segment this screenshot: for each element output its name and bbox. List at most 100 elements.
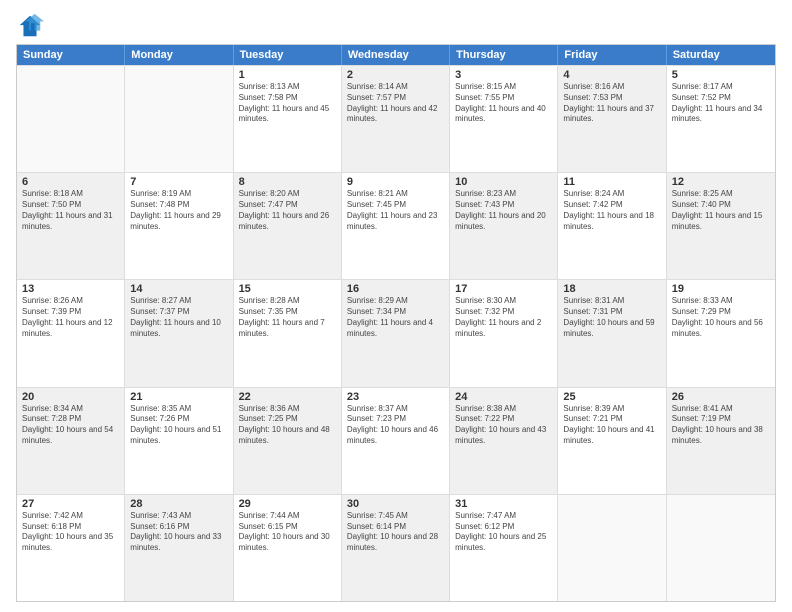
calendar-cell: 23Sunrise: 8:37 AMSunset: 7:23 PMDayligh… [342, 388, 450, 494]
calendar-cell: 11Sunrise: 8:24 AMSunset: 7:42 PMDayligh… [558, 173, 666, 279]
calendar-cell: 22Sunrise: 8:36 AMSunset: 7:25 PMDayligh… [234, 388, 342, 494]
cell-info: Sunrise: 8:29 AMSunset: 7:34 PMDaylight:… [347, 296, 444, 339]
day-number: 18 [563, 283, 660, 295]
day-number: 12 [672, 176, 770, 188]
cell-info: Sunrise: 8:28 AMSunset: 7:35 PMDaylight:… [239, 296, 336, 339]
day-number: 5 [672, 69, 770, 81]
calendar-header-cell: Wednesday [342, 45, 450, 65]
calendar-header-cell: Tuesday [234, 45, 342, 65]
calendar-cell: 31Sunrise: 7:47 AMSunset: 6:12 PMDayligh… [450, 495, 558, 601]
day-number: 21 [130, 391, 227, 403]
day-number: 17 [455, 283, 552, 295]
cell-info: Sunrise: 8:19 AMSunset: 7:48 PMDaylight:… [130, 189, 227, 232]
calendar-cell [125, 66, 233, 172]
calendar-cell: 20Sunrise: 8:34 AMSunset: 7:28 PMDayligh… [17, 388, 125, 494]
calendar-cell: 25Sunrise: 8:39 AMSunset: 7:21 PMDayligh… [558, 388, 666, 494]
calendar-header-cell: Saturday [667, 45, 775, 65]
calendar-cell [667, 495, 775, 601]
calendar-cell: 10Sunrise: 8:23 AMSunset: 7:43 PMDayligh… [450, 173, 558, 279]
day-number: 30 [347, 498, 444, 510]
day-number: 24 [455, 391, 552, 403]
cell-info: Sunrise: 8:16 AMSunset: 7:53 PMDaylight:… [563, 82, 660, 125]
cell-info: Sunrise: 8:27 AMSunset: 7:37 PMDaylight:… [130, 296, 227, 339]
calendar-cell: 15Sunrise: 8:28 AMSunset: 7:35 PMDayligh… [234, 280, 342, 386]
calendar-cell [17, 66, 125, 172]
cell-info: Sunrise: 8:37 AMSunset: 7:23 PMDaylight:… [347, 404, 444, 447]
cell-info: Sunrise: 7:45 AMSunset: 6:14 PMDaylight:… [347, 511, 444, 554]
cell-info: Sunrise: 8:39 AMSunset: 7:21 PMDaylight:… [563, 404, 660, 447]
calendar-cell: 16Sunrise: 8:29 AMSunset: 7:34 PMDayligh… [342, 280, 450, 386]
calendar-cell: 9Sunrise: 8:21 AMSunset: 7:45 PMDaylight… [342, 173, 450, 279]
cell-info: Sunrise: 8:34 AMSunset: 7:28 PMDaylight:… [22, 404, 119, 447]
calendar-week-row: 1Sunrise: 8:13 AMSunset: 7:58 PMDaylight… [17, 65, 775, 172]
calendar-week-row: 6Sunrise: 8:18 AMSunset: 7:50 PMDaylight… [17, 172, 775, 279]
day-number: 26 [672, 391, 770, 403]
cell-info: Sunrise: 8:13 AMSunset: 7:58 PMDaylight:… [239, 82, 336, 125]
calendar-cell [558, 495, 666, 601]
cell-info: Sunrise: 7:44 AMSunset: 6:15 PMDaylight:… [239, 511, 336, 554]
day-number: 14 [130, 283, 227, 295]
calendar-cell: 12Sunrise: 8:25 AMSunset: 7:40 PMDayligh… [667, 173, 775, 279]
calendar-header-cell: Friday [558, 45, 666, 65]
day-number: 3 [455, 69, 552, 81]
calendar-cell: 21Sunrise: 8:35 AMSunset: 7:26 PMDayligh… [125, 388, 233, 494]
day-number: 25 [563, 391, 660, 403]
calendar-cell: 26Sunrise: 8:41 AMSunset: 7:19 PMDayligh… [667, 388, 775, 494]
day-number: 9 [347, 176, 444, 188]
cell-info: Sunrise: 7:42 AMSunset: 6:18 PMDaylight:… [22, 511, 119, 554]
cell-info: Sunrise: 8:31 AMSunset: 7:31 PMDaylight:… [563, 296, 660, 339]
calendar-cell: 29Sunrise: 7:44 AMSunset: 6:15 PMDayligh… [234, 495, 342, 601]
calendar-cell: 30Sunrise: 7:45 AMSunset: 6:14 PMDayligh… [342, 495, 450, 601]
cell-info: Sunrise: 8:14 AMSunset: 7:57 PMDaylight:… [347, 82, 444, 125]
day-number: 2 [347, 69, 444, 81]
day-number: 23 [347, 391, 444, 403]
page: SundayMondayTuesdayWednesdayThursdayFrid… [0, 0, 792, 612]
cell-info: Sunrise: 8:36 AMSunset: 7:25 PMDaylight:… [239, 404, 336, 447]
calendar-header-cell: Sunday [17, 45, 125, 65]
calendar-header-cell: Monday [125, 45, 233, 65]
calendar-cell: 3Sunrise: 8:15 AMSunset: 7:55 PMDaylight… [450, 66, 558, 172]
calendar: SundayMondayTuesdayWednesdayThursdayFrid… [16, 44, 776, 602]
calendar-cell: 7Sunrise: 8:19 AMSunset: 7:48 PMDaylight… [125, 173, 233, 279]
calendar-cell: 17Sunrise: 8:30 AMSunset: 7:32 PMDayligh… [450, 280, 558, 386]
calendar-week-row: 27Sunrise: 7:42 AMSunset: 6:18 PMDayligh… [17, 494, 775, 601]
cell-info: Sunrise: 7:47 AMSunset: 6:12 PMDaylight:… [455, 511, 552, 554]
day-number: 1 [239, 69, 336, 81]
calendar-cell: 28Sunrise: 7:43 AMSunset: 6:16 PMDayligh… [125, 495, 233, 601]
day-number: 6 [22, 176, 119, 188]
day-number: 15 [239, 283, 336, 295]
day-number: 29 [239, 498, 336, 510]
cell-info: Sunrise: 8:23 AMSunset: 7:43 PMDaylight:… [455, 189, 552, 232]
cell-info: Sunrise: 8:33 AMSunset: 7:29 PMDaylight:… [672, 296, 770, 339]
calendar-cell: 27Sunrise: 7:42 AMSunset: 6:18 PMDayligh… [17, 495, 125, 601]
calendar-week-row: 20Sunrise: 8:34 AMSunset: 7:28 PMDayligh… [17, 387, 775, 494]
calendar-cell: 8Sunrise: 8:20 AMSunset: 7:47 PMDaylight… [234, 173, 342, 279]
calendar-cell: 5Sunrise: 8:17 AMSunset: 7:52 PMDaylight… [667, 66, 775, 172]
day-number: 13 [22, 283, 119, 295]
day-number: 31 [455, 498, 552, 510]
day-number: 4 [563, 69, 660, 81]
day-number: 27 [22, 498, 119, 510]
logo-icon [16, 12, 44, 40]
day-number: 28 [130, 498, 227, 510]
day-number: 10 [455, 176, 552, 188]
day-number: 20 [22, 391, 119, 403]
day-number: 16 [347, 283, 444, 295]
cell-info: Sunrise: 8:38 AMSunset: 7:22 PMDaylight:… [455, 404, 552, 447]
day-number: 11 [563, 176, 660, 188]
calendar-cell: 18Sunrise: 8:31 AMSunset: 7:31 PMDayligh… [558, 280, 666, 386]
calendar-week-row: 13Sunrise: 8:26 AMSunset: 7:39 PMDayligh… [17, 279, 775, 386]
calendar-cell: 2Sunrise: 8:14 AMSunset: 7:57 PMDaylight… [342, 66, 450, 172]
calendar-cell: 19Sunrise: 8:33 AMSunset: 7:29 PMDayligh… [667, 280, 775, 386]
calendar-cell: 4Sunrise: 8:16 AMSunset: 7:53 PMDaylight… [558, 66, 666, 172]
header [16, 12, 776, 40]
calendar-cell: 24Sunrise: 8:38 AMSunset: 7:22 PMDayligh… [450, 388, 558, 494]
cell-info: Sunrise: 8:41 AMSunset: 7:19 PMDaylight:… [672, 404, 770, 447]
day-number: 19 [672, 283, 770, 295]
day-number: 22 [239, 391, 336, 403]
cell-info: Sunrise: 8:24 AMSunset: 7:42 PMDaylight:… [563, 189, 660, 232]
cell-info: Sunrise: 8:35 AMSunset: 7:26 PMDaylight:… [130, 404, 227, 447]
cell-info: Sunrise: 8:15 AMSunset: 7:55 PMDaylight:… [455, 82, 552, 125]
calendar-body: 1Sunrise: 8:13 AMSunset: 7:58 PMDaylight… [17, 65, 775, 601]
day-number: 7 [130, 176, 227, 188]
